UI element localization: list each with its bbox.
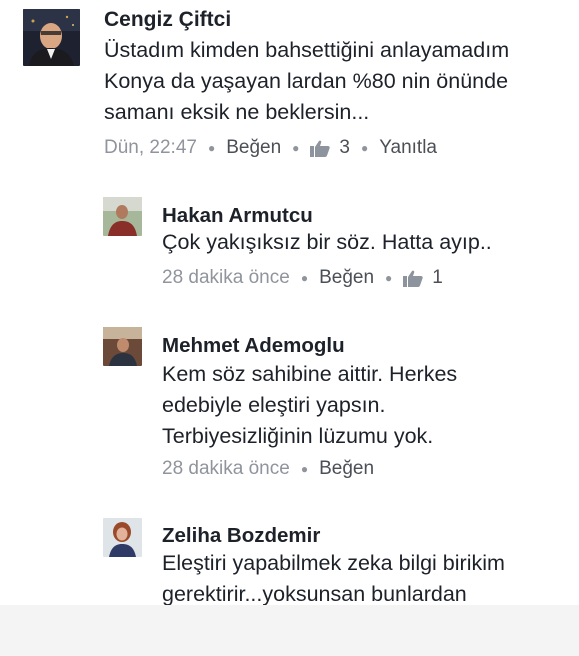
thumbs-up-icon [310, 140, 331, 157]
comment-thread: Cengiz Çiftci Üstadım kimden bahsettiğin… [0, 0, 579, 605]
comment-text-line: samanı eksik ne beklersin... [104, 100, 370, 124]
separator-dot: ● [300, 271, 309, 285]
timestamp[interactable]: 28 dakika önce [162, 458, 290, 480]
like-button[interactable]: Beğen [319, 267, 374, 289]
separator-dot: ● [361, 141, 369, 155]
comment-text-line: Eleştiri yapabilmek zeka bilgi birikim [162, 551, 505, 575]
separator-dot: ● [207, 141, 216, 155]
separator-dot: ● [385, 271, 393, 285]
reply-item: Zeliha Bozdemir Eleştiri yapabilmek zeka… [0, 510, 579, 605]
comment-text-line: Üstadım kimden bahsettiğini anlayamadım [104, 38, 510, 62]
avatar[interactable] [103, 327, 142, 366]
avatar[interactable] [103, 518, 142, 557]
comment-text-line: Çok yakışıksız bir söz. Hatta ayıp.. [162, 230, 492, 254]
comment-text: Üstadım kimden bahsettiğini anlayamadım … [104, 35, 509, 128]
timestamp[interactable]: Dün, 22:47 [104, 137, 197, 159]
comment-meta: 28 dakika önce ● Beğen ● 1 [162, 267, 443, 289]
comment-author[interactable]: Mehmet Ademoglu [162, 334, 345, 358]
avatar[interactable] [103, 197, 142, 236]
comment-text-line: gerektirir...yoksunsan bunlardan [162, 582, 467, 605]
comment-author[interactable]: Zeliha Bozdemir [162, 524, 320, 548]
like-count[interactable]: 3 [310, 137, 350, 159]
comment-item: Cengiz Çiftci Üstadım kimden bahsettiğin… [0, 0, 579, 180]
person-photo-icon [103, 518, 142, 557]
like-button[interactable]: Beğen [226, 137, 281, 159]
timestamp[interactable]: 28 dakika önce [162, 267, 290, 289]
reply-button[interactable]: Yanıtla [379, 137, 437, 159]
comment-meta: Dün, 22:47 ● Beğen ● 3 ● Yanıtla [104, 137, 437, 159]
like-count-value: 1 [432, 267, 443, 288]
comment-text: Kem söz sahibine aittir. Herkes edebiyle… [162, 359, 457, 452]
like-count-value: 3 [339, 137, 350, 158]
comment-text-line: Terbiyesizliğinin lüzumu yok. [162, 424, 434, 448]
comment-text-line: edebiyle eleştiri yapsın. [162, 393, 386, 417]
like-count[interactable]: 1 [403, 267, 443, 289]
comment-author[interactable]: Cengiz Çiftci [104, 8, 231, 32]
comment-text: Çok yakışıksız bir söz. Hatta ayıp.. [162, 227, 492, 258]
reply-item: Hakan Armutcu Çok yakışıksız bir söz. Ha… [0, 190, 579, 310]
person-photo-icon [103, 327, 142, 366]
comment-text-line: Kem söz sahibine aittir. Herkes [162, 362, 458, 386]
person-photo-icon [23, 9, 80, 66]
comment-text: Eleştiri yapabilmek zeka bilgi birikim g… [162, 548, 505, 605]
reply-item: Mehmet Ademoglu Kem söz sahibine aittir.… [0, 320, 579, 500]
person-photo-icon [103, 197, 142, 236]
thumbs-up-icon [403, 270, 423, 287]
like-button[interactable]: Beğen [319, 458, 374, 480]
separator-dot: ● [300, 462, 309, 476]
avatar[interactable] [23, 9, 80, 66]
comment-text-line: Konya da yaşayan lardan %80 nin önünde [104, 69, 509, 93]
separator-dot: ● [292, 141, 300, 155]
comment-meta: 28 dakika önce ● Beğen [162, 458, 374, 480]
comment-author[interactable]: Hakan Armutcu [162, 204, 313, 228]
